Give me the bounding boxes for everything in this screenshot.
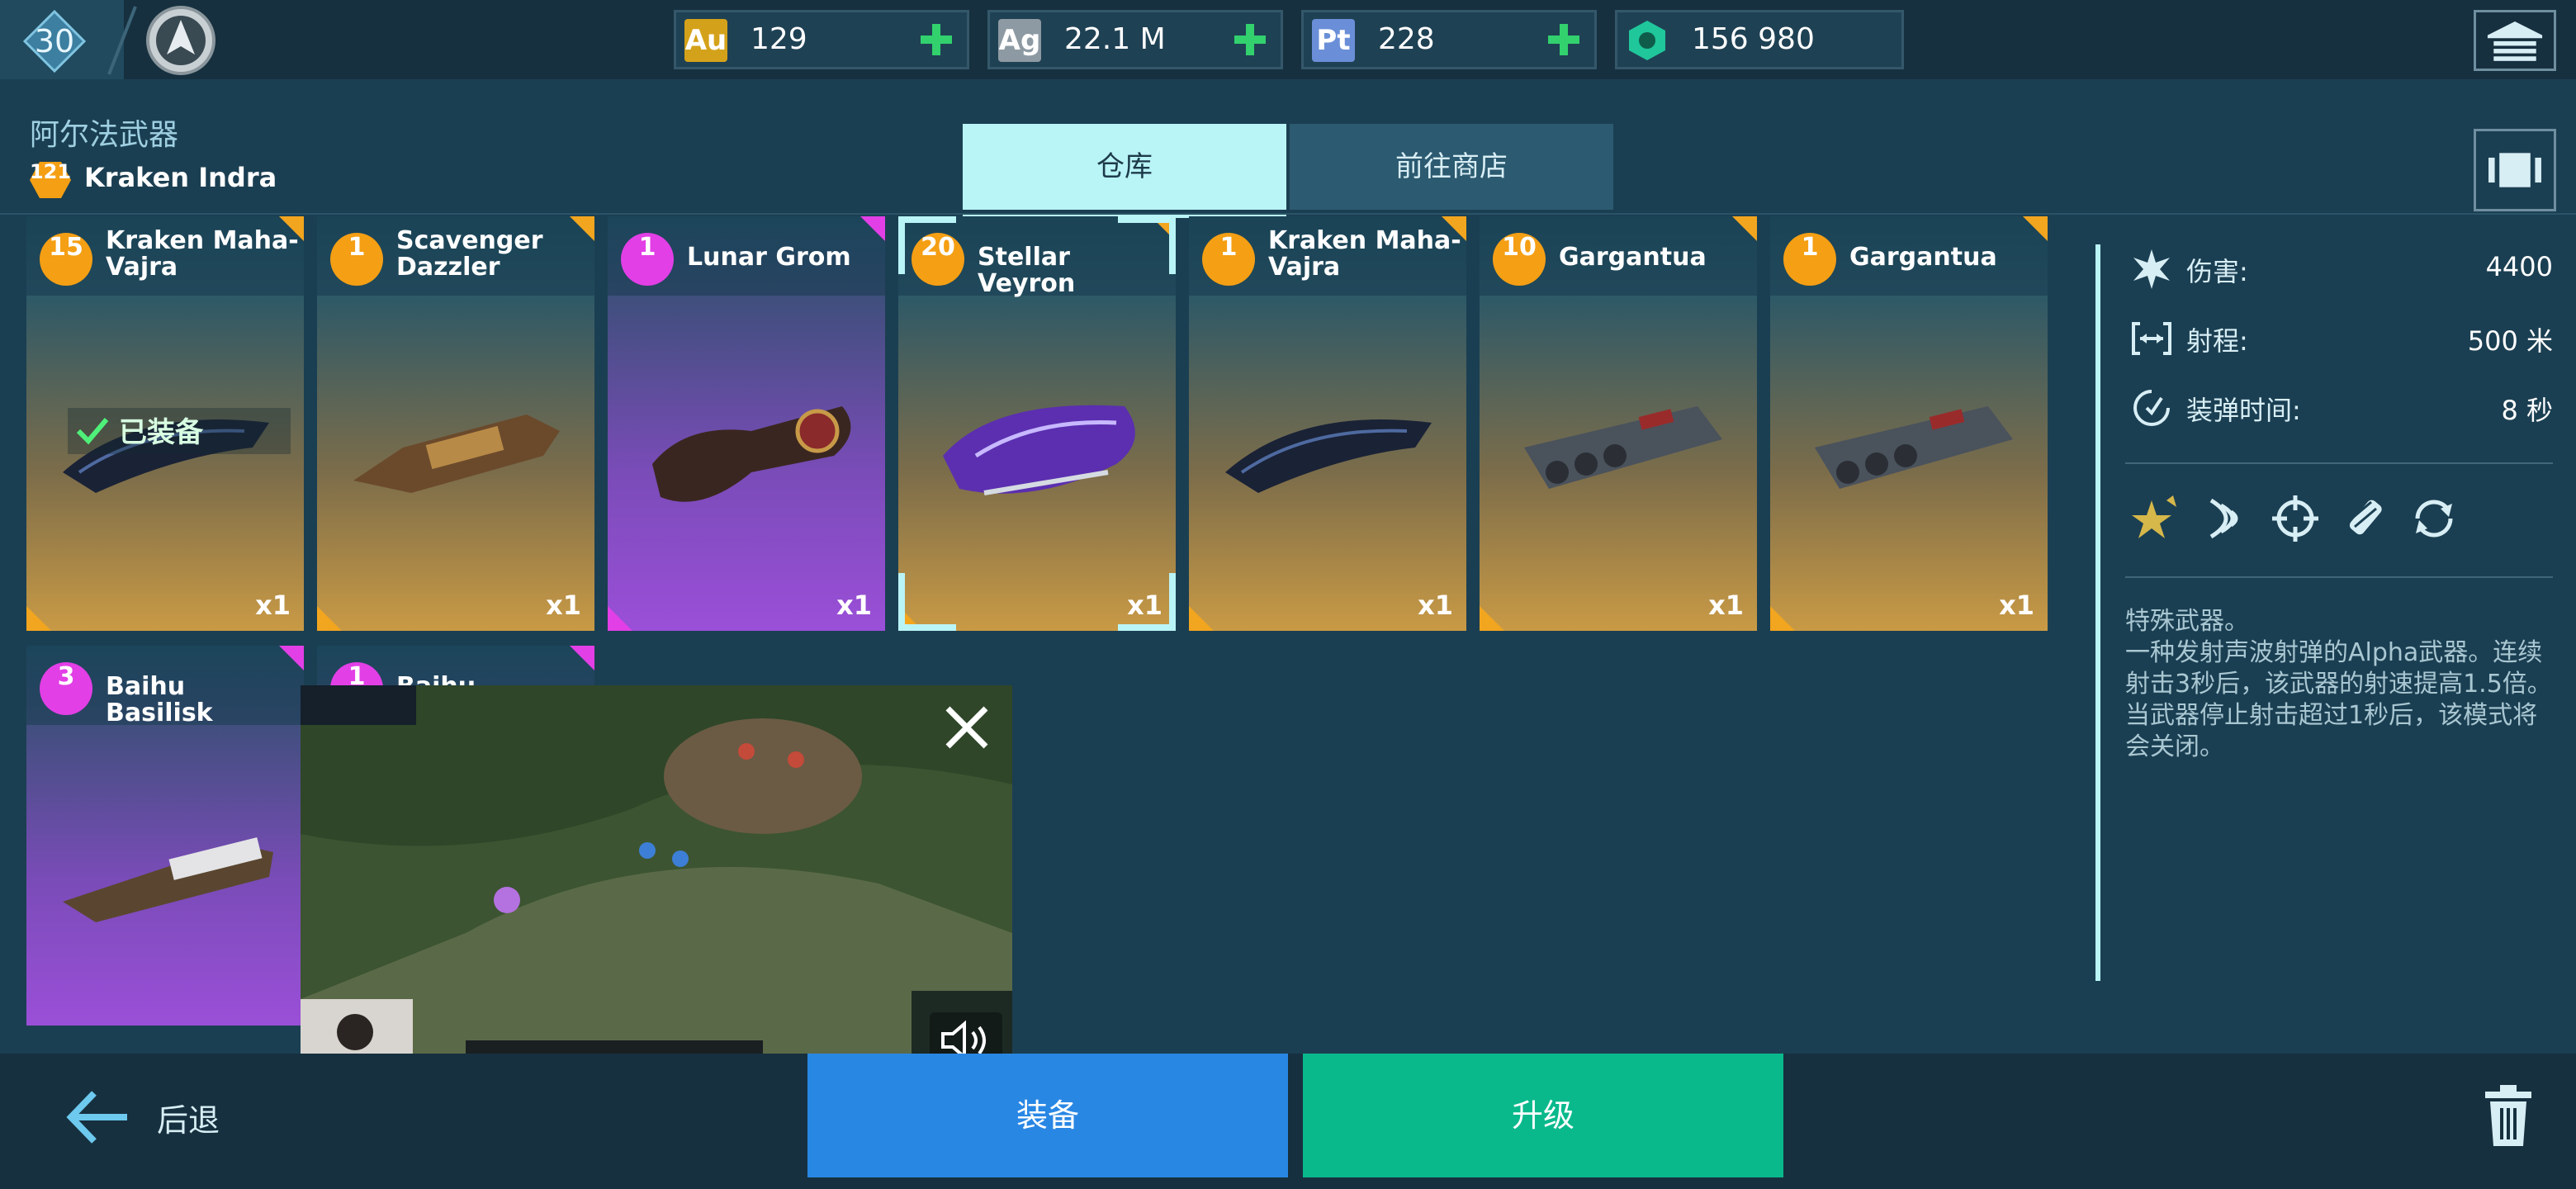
stat-damage: 伤害: 4400 bbox=[2130, 244, 2553, 294]
cycle-perk-icon[interactable] bbox=[2408, 492, 2460, 545]
weapon-image bbox=[943, 405, 1135, 495]
weapon-level-badge: 10 bbox=[1493, 233, 1546, 286]
section-title: 阿尔法武器 bbox=[30, 118, 179, 152]
stats-separator bbox=[2125, 462, 2553, 464]
weapon-name: Scavenger Dazzler bbox=[396, 226, 543, 282]
currency-platinum: Pt 228 bbox=[1301, 10, 1597, 69]
stream-video-overlay[interactable] bbox=[301, 685, 1012, 1082]
weapon-image bbox=[63, 837, 273, 922]
weapon-card[interactable]: 1 Lunar Grom x1 bbox=[608, 216, 885, 631]
perks-separator bbox=[2125, 576, 2553, 578]
stat-range: 射程: 500 米 bbox=[2130, 314, 2553, 363]
crosshair-perk-icon[interactable] bbox=[2269, 492, 2322, 545]
weapon-card[interactable]: 3 Baihu Basilisk bbox=[26, 646, 304, 1026]
trash-icon[interactable] bbox=[2482, 1083, 2535, 1149]
weapon-qty: x1 bbox=[1418, 590, 1453, 621]
currency-silver: Ag 22.1 M bbox=[987, 10, 1283, 69]
weapon-level-badge: 3 bbox=[40, 662, 92, 715]
ship-name: Kraken Indra bbox=[84, 162, 277, 193]
weapon-name: Kraken Maha-Vajra bbox=[106, 226, 299, 282]
weapon-image bbox=[353, 414, 560, 493]
top-bar bbox=[0, 0, 2576, 79]
weapon-qty: x1 bbox=[1708, 590, 1744, 621]
upgrade-button[interactable]: 升级 bbox=[1303, 1054, 1783, 1177]
weapon-card-selected[interactable]: 20 Stellar Veyron x1 bbox=[898, 216, 1176, 631]
platinum-icon: Pt bbox=[1312, 19, 1355, 62]
silver-value: 22.1 M bbox=[1064, 22, 1166, 56]
back-arrow-icon[interactable] bbox=[64, 1088, 130, 1146]
weapon-card[interactable]: 1 Scavenger Dazzler x1 bbox=[317, 216, 594, 631]
range-icon bbox=[2132, 322, 2171, 355]
weapon-name: Gargantua bbox=[1559, 243, 1707, 272]
carousel-view-button[interactable] bbox=[2474, 129, 2556, 211]
divider-slash bbox=[107, 6, 137, 75]
weapon-card[interactable]: 10 Gargantua x1 bbox=[1480, 216, 1757, 631]
gold-icon: Au bbox=[684, 19, 727, 62]
weapon-name: Stellar Veyron bbox=[978, 243, 1076, 298]
details-divider bbox=[2095, 244, 2100, 981]
currency-gold: Au 129 bbox=[674, 10, 969, 69]
add-gold-button[interactable] bbox=[917, 21, 955, 59]
weapon-image bbox=[1815, 406, 2013, 489]
equip-button[interactable]: 装备 bbox=[807, 1054, 1288, 1177]
weapon-image bbox=[1225, 419, 1432, 493]
close-icon[interactable] bbox=[938, 699, 996, 756]
add-silver-button[interactable] bbox=[1231, 21, 1269, 59]
weapon-level-badge: 20 bbox=[912, 233, 964, 286]
hangar-button[interactable] bbox=[2474, 10, 2556, 71]
weapon-qty: x1 bbox=[1127, 590, 1163, 621]
stat-reload: 装弹时间: 8 秒 bbox=[2130, 383, 2553, 433]
weapon-qty: x1 bbox=[1999, 590, 2034, 621]
weapon-image bbox=[652, 406, 851, 502]
bottom-bar bbox=[0, 1054, 2576, 1189]
reload-icon bbox=[2133, 390, 2170, 426]
weapon-card[interactable]: 15 Kraken Maha-Vajra 已装备 x1 bbox=[26, 216, 304, 631]
weapon-qty: x1 bbox=[546, 590, 581, 621]
weapon-level-badge: 1 bbox=[621, 233, 674, 286]
weapon-name: Kraken Maha-Vajra bbox=[1268, 226, 1461, 282]
player-level: 30 bbox=[34, 23, 75, 59]
silver-icon: Ag bbox=[998, 19, 1041, 62]
weapon-description: 特殊武器。 一种发射声波射弹的Alpha武器。连续射击3秒后，该武器的射速提高1… bbox=[2125, 607, 2552, 761]
weapon-name: Lunar Grom bbox=[687, 243, 851, 272]
tab-warehouse[interactable]: 仓库 bbox=[963, 124, 1286, 218]
platinum-value: 228 bbox=[1378, 22, 1435, 56]
credits-gem-icon bbox=[1629, 21, 1665, 60]
equipped-tag: 已装备 bbox=[68, 408, 291, 454]
weapon-qty: x1 bbox=[255, 590, 291, 621]
ship-level: 121 bbox=[29, 160, 72, 183]
check-icon bbox=[76, 418, 109, 445]
ammo-perk-icon[interactable] bbox=[2338, 492, 2391, 545]
weapon-level-badge: 1 bbox=[1783, 233, 1836, 286]
add-platinum-button[interactable] bbox=[1545, 21, 1583, 59]
rank-emblem-icon[interactable] bbox=[145, 5, 216, 76]
weapon-level-badge: 1 bbox=[1202, 233, 1255, 286]
header-divider bbox=[0, 213, 2576, 215]
weapon-name: Baihu Basilisk bbox=[106, 672, 213, 727]
currency-credits: 156 980 bbox=[1615, 10, 1904, 69]
back-button-label[interactable]: 后退 bbox=[157, 1095, 220, 1140]
weapon-level-badge: 1 bbox=[330, 233, 383, 286]
credits-value: 156 980 bbox=[1692, 22, 1815, 56]
damage-icon bbox=[2133, 249, 2170, 289]
sonic-perk-icon[interactable] bbox=[2200, 492, 2252, 545]
weapon-name: Gargantua bbox=[1849, 243, 1997, 272]
gold-value: 129 bbox=[751, 22, 807, 56]
weapon-level-badge: 15 bbox=[40, 233, 92, 286]
weapon-card[interactable]: 1 Gargantua x1 bbox=[1770, 216, 2048, 631]
weapon-qty: x1 bbox=[836, 590, 872, 621]
tab-go-to-shop[interactable]: 前往商店 bbox=[1290, 124, 1613, 210]
weapon-card[interactable]: 1 Kraken Maha-Vajra x1 bbox=[1189, 216, 1466, 631]
weapon-image bbox=[1524, 406, 1722, 489]
star-perk-icon[interactable] bbox=[2130, 492, 2183, 545]
